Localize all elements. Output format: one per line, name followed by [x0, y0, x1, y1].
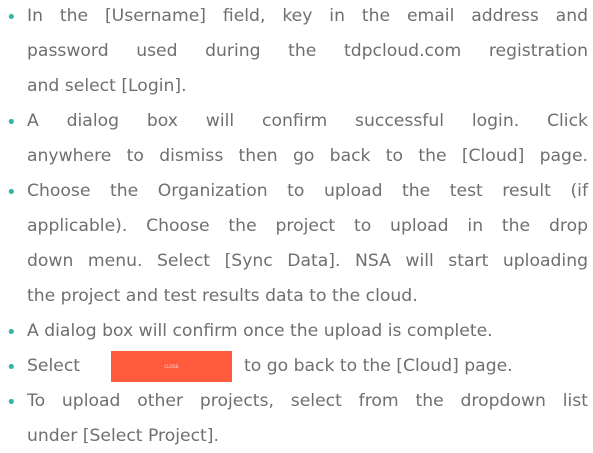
step-5-select-text: Select [27, 356, 81, 376]
step-5-after-text: to go back to the [Cloud] page. [244, 356, 513, 376]
step-3-line-4: the project and test results data to the… [27, 286, 418, 306]
step-6-line-1: To upload other projects, select from th… [27, 391, 588, 411]
step-3-line-3: down menu. Select [Sync Data]. NSA will … [27, 251, 588, 271]
step-6-line-2: under [Select Project]. [27, 426, 219, 446]
step-1-line-2: password used during the tdpcloud.com re… [27, 41, 588, 61]
step-3-line-2: applicable). Choose the project to uploa… [27, 216, 588, 236]
close-button[interactable]: CLOSE [111, 351, 232, 382]
step-1-line-1: In the [Username] field, key in the emai… [27, 6, 588, 26]
bullet-icon: • [6, 7, 17, 28]
bullet-icon: • [6, 322, 17, 343]
instruction-document: • In the [Username] field, key in the em… [0, 0, 593, 453]
bullet-icon: • [6, 357, 17, 378]
bullet-icon: • [6, 112, 17, 133]
step-2-line-1: A dialog box will confirm successful log… [27, 111, 588, 131]
bullet-icon: • [6, 182, 17, 203]
bullet-icon: • [6, 392, 17, 413]
step-4-line-1: A dialog box will confirm once the uploa… [27, 321, 493, 341]
step-1-line-3: and select [Login]. [27, 76, 187, 96]
step-2-line-2: anywhere to dismiss then go back to the … [27, 146, 588, 166]
step-3-line-1: Choose the Organization to upload the te… [27, 181, 588, 201]
